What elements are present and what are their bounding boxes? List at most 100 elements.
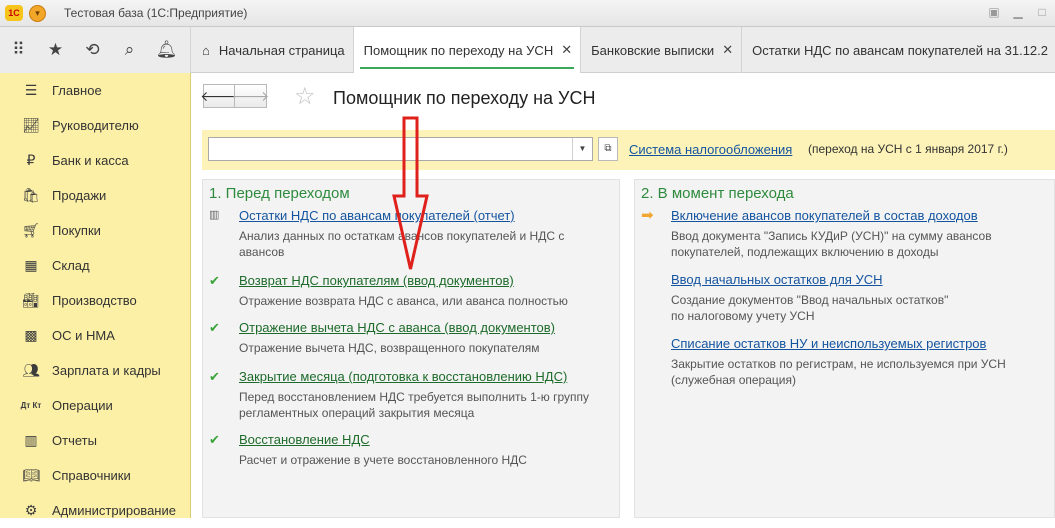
top-toolbar: ⠿ ★ ⟲ ⌕ 🔔︎ ⌂ Начальная страница Помощник п… (0, 27, 1055, 73)
sidebar-item-3[interactable]: 🛍︎ Продажи (0, 178, 190, 213)
app-logo-icon: 1С (5, 5, 23, 21)
sidebar-item-label: Склад (52, 258, 90, 273)
sidebar-item-2[interactable]: ₽ Банк и касса (0, 143, 190, 178)
sidebar-item-label: Справочники (52, 468, 131, 483)
sidebar-item-4[interactable]: 🛒︎ Покупки (0, 213, 190, 248)
maximize-icon[interactable]: □ (1035, 4, 1049, 20)
step-description: Анализ данных по остаткам авансов покупа… (239, 228, 564, 260)
open-icon[interactable]: ⧉ (598, 137, 618, 161)
description-line: регламентных операций закрытия месяца (239, 406, 475, 420)
bar-chart-icon: ▥ (24, 432, 38, 448)
report-icon: ▥ (209, 209, 220, 221)
favorite-star-icon[interactable]: ☆ (294, 82, 316, 111)
before-transition-panel: 1. Перед переходом ▥ Остатки НДС по аванс… (202, 179, 620, 518)
step-link[interactable]: Отражение вычета НДС с аванса (ввод доку… (239, 320, 555, 335)
history-icon[interactable]: ⟲ (74, 27, 111, 73)
step-link[interactable]: Ввод начальных остатков для УСН (671, 272, 883, 287)
favorites-star-icon[interactable]: ★ (37, 27, 74, 73)
sidebar-item-label: Главное (52, 83, 102, 98)
apps-grid-icon[interactable]: ⠿ (0, 27, 37, 73)
step-description: Отражение возврата НДС с аванса, или ава… (239, 293, 568, 309)
step-description: Расчет и отражение в учете восстановленн… (239, 452, 527, 468)
tab-label: Остатки НДС по авансам покупателей на 31… (752, 42, 1049, 58)
sidebar-item-label: Продажи (52, 188, 107, 203)
sidebar-item-0[interactable]: ☰ Главное (0, 73, 190, 108)
current-step-arrow-icon: ➡ (641, 207, 654, 224)
sidebar-item-11[interactable]: 📖︎ Справочники (0, 458, 190, 493)
taxation-bar: ▼ ⧉ Система налогообложения (переход на … (202, 130, 1055, 170)
tab-0[interactable]: ⌂ Начальная страница (192, 27, 354, 73)
close-tab-icon[interactable]: ✕ (561, 42, 572, 58)
book-icon: 📖︎ (22, 467, 40, 483)
taxation-select-field[interactable] (209, 138, 572, 160)
description-line: Отражение возврата НДС с аванса, или ава… (239, 294, 568, 308)
check-icon: ✔ (209, 432, 220, 447)
minimize-icon[interactable]: ▁ (1011, 4, 1025, 20)
close-tab-icon[interactable]: ✕ (722, 42, 733, 58)
people-icon: 👥︎ (22, 362, 40, 378)
debit-credit-icon: Дт Кт (20, 401, 42, 410)
sidebar-item-label: Банк и касса (52, 153, 129, 168)
shopping-cart-icon: 🛒︎ (22, 222, 40, 238)
description-line: покупателей, подлежащих включению в дохо… (671, 245, 939, 259)
step-link[interactable]: Остатки НДС по авансам покупателей (отче… (239, 208, 515, 223)
step-link[interactable]: Включение авансов покупателей в состав д… (671, 208, 978, 223)
tab-3[interactable]: Остатки НДС по авансам покупателей на 31… (742, 27, 1055, 73)
sidebar-item-label: Покупки (52, 223, 101, 238)
menu-lines-icon: ☰ (24, 82, 38, 98)
sidebar-item-7[interactable]: ▩ ОС и НМА (0, 318, 190, 353)
step-link[interactable]: Возврат НДС покупателям (ввод документов… (239, 273, 514, 288)
step-link[interactable]: Списание остатков НУ и неиспользуемых ре… (671, 336, 986, 351)
step-description: Создание документов "Ввод начальных оста… (671, 292, 948, 324)
notification-bell-icon[interactable]: 🔔︎ (148, 27, 185, 73)
check-icon: ✔ (209, 369, 220, 384)
main-content: 🡐 🡒 ☆ Помощник по переходу на УСН ▼ ⧉ Си… (192, 74, 1055, 518)
trend-chart-icon: 📈︎ (22, 117, 40, 133)
sidebar-item-label: ОС и НМА (52, 328, 115, 343)
description-line: Создание документов "Ввод начальных оста… (671, 293, 949, 307)
forward-button[interactable]: 🡒 (232, 84, 269, 108)
shopping-bag-icon: 🛍︎ (22, 187, 40, 203)
panel-title: 2. В момент перехода (641, 185, 794, 202)
sidebar-item-label: Производство (52, 293, 137, 308)
sidebar-item-8[interactable]: 👥︎ Зарплата и кадры (0, 353, 190, 388)
sidebar-item-10[interactable]: ▥ Отчеты (0, 423, 190, 458)
sidebar-item-1[interactable]: 📈︎ Руководителю (0, 108, 190, 143)
step-description: Перед восстановлением НДС требуется выпо… (239, 389, 589, 421)
step-link[interactable]: Закрытие месяца (подготовка к восстановл… (239, 369, 567, 384)
search-icon[interactable]: ⌕ (111, 27, 148, 73)
description-line: Анализ данных по остаткам авансов покупа… (239, 229, 565, 243)
sidebar-item-12[interactable]: ⚙ Администрирование (0, 493, 190, 528)
description-line: Ввод документа "Запись КУДиР (УСН)" на с… (671, 229, 992, 243)
description-line: (служебная операция) (671, 373, 796, 387)
at-transition-panel: 2. В момент перехода ➡ Включение авансов … (634, 179, 1055, 518)
tab-label: Начальная страница (218, 42, 345, 58)
main-menu-button[interactable]: ▾ (29, 5, 46, 22)
warehouse-grid-icon: ▦ (24, 257, 38, 273)
step-link[interactable]: Восстановление НДС (239, 432, 370, 447)
tab-2[interactable]: Банковские выписки ✕ (581, 27, 743, 73)
check-icon: ✔ (209, 273, 220, 288)
home-icon: ⌂ (202, 42, 210, 58)
sidebar-item-label: Руководителю (52, 118, 139, 133)
back-button[interactable]: 🡐 (200, 84, 238, 108)
window-title: Тестовая база (1С:Предприятие) (64, 6, 248, 20)
asset-box-icon: ▩ (24, 327, 38, 343)
gear-icon: ⚙ (24, 502, 38, 518)
taxation-system-link[interactable]: Система налогообложения (629, 142, 792, 157)
sidebar-item-9[interactable]: Дт Кт Операции (0, 388, 190, 423)
description-line: по налоговому учету УСН (671, 309, 815, 323)
sidebar-item-5[interactable]: ▦ Склад (0, 248, 190, 283)
dropdown-arrow-icon[interactable]: ▼ (572, 138, 592, 160)
check-icon: ✔ (209, 320, 220, 335)
ruble-coin-icon: ₽ (26, 152, 36, 168)
tab-1[interactable]: Помощник по переходу на УСН ✕ (353, 27, 582, 73)
section-sidebar: ☰ Главное 📈︎ Руководителю ₽ Банк и касса 🛍︎ Про… (0, 73, 191, 518)
sidebar-item-6[interactable]: 🏭︎ Производство (0, 283, 190, 318)
step-description: Закрытие остатков по регистрам, не испол… (671, 356, 1006, 388)
step-description: Отражение вычета НДС, возвращенного поку… (239, 340, 540, 356)
step-description: Ввод документа "Запись КУДиР (УСН)" на с… (671, 228, 992, 260)
description-line: Перед восстановлением НДС требуется выпо… (239, 390, 590, 404)
taxation-select[interactable]: ▼ (208, 137, 593, 161)
save-icon[interactable]: ▣ (987, 4, 1001, 20)
